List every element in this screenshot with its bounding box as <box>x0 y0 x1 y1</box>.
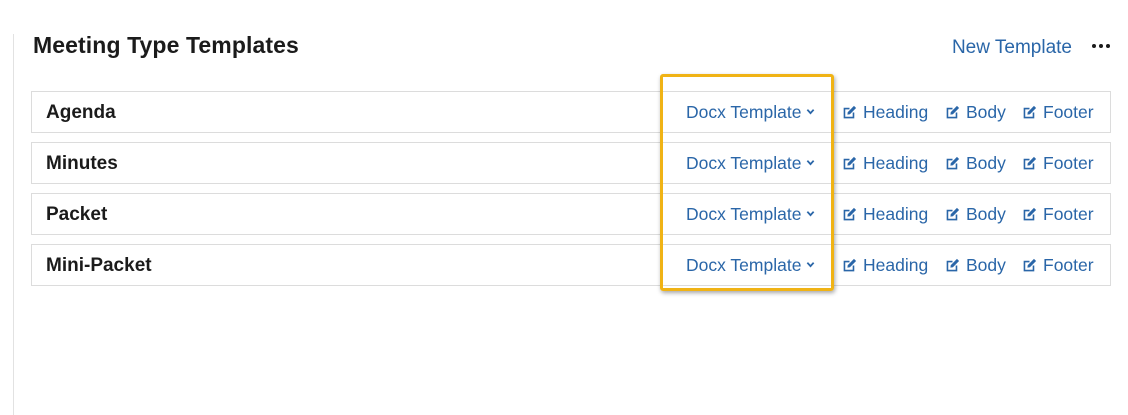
heading-label: Heading <box>863 153 929 173</box>
body-label: Body <box>966 255 1006 275</box>
edit-heading-link[interactable]: Heading <box>841 255 928 276</box>
edit-heading-link[interactable]: Heading <box>841 102 928 123</box>
dropdown-label: Docx Template <box>686 153 802 173</box>
edit-icon <box>1023 258 1037 272</box>
docx-template-dropdown[interactable]: Docx Template <box>686 102 815 123</box>
edit-icon <box>1023 105 1037 119</box>
footer-label: Footer <box>1043 255 1094 275</box>
page-title: Meeting Type Templates <box>33 32 299 58</box>
ellipsis-icon <box>1092 44 1096 48</box>
template-list: Agenda Docx Template Heading Body Footer… <box>31 91 1111 295</box>
template-name: Mini-Packet <box>46 255 152 276</box>
edit-icon <box>843 207 857 221</box>
template-row-mini-packet: Mini-Packet Docx Template Heading Body F… <box>31 244 1111 286</box>
chevron-down-icon <box>807 262 815 268</box>
edit-icon <box>843 105 857 119</box>
new-template-link[interactable]: New Template <box>952 37 1072 59</box>
page-header: Meeting Type Templates New Template <box>33 30 1113 66</box>
heading-label: Heading <box>863 255 929 275</box>
dropdown-label: Docx Template <box>686 102 802 122</box>
edit-icon <box>946 258 960 272</box>
docx-template-dropdown[interactable]: Docx Template <box>686 153 815 174</box>
edit-icon <box>1023 207 1037 221</box>
template-row-agenda: Agenda Docx Template Heading Body Footer <box>31 91 1111 133</box>
docx-template-dropdown[interactable]: Docx Template <box>686 255 815 276</box>
edit-footer-link[interactable]: Footer <box>1021 102 1094 123</box>
template-name: Agenda <box>46 102 116 123</box>
edit-icon <box>843 258 857 272</box>
edit-icon <box>946 105 960 119</box>
body-label: Body <box>966 102 1006 122</box>
edit-body-link[interactable]: Body <box>944 255 1006 276</box>
edit-footer-link[interactable]: Footer <box>1021 153 1094 174</box>
left-divider <box>13 34 14 415</box>
edit-body-link[interactable]: Body <box>944 153 1006 174</box>
edit-heading-link[interactable]: Heading <box>841 204 928 225</box>
dropdown-label: Docx Template <box>686 204 802 224</box>
heading-label: Heading <box>863 204 929 224</box>
body-label: Body <box>966 153 1006 173</box>
dropdown-label: Docx Template <box>686 255 802 275</box>
more-options-button[interactable] <box>1089 36 1113 56</box>
footer-label: Footer <box>1043 102 1094 122</box>
template-row-packet: Packet Docx Template Heading Body Footer <box>31 193 1111 235</box>
heading-label: Heading <box>863 102 929 122</box>
footer-label: Footer <box>1043 153 1094 173</box>
chevron-down-icon <box>807 109 815 115</box>
edit-heading-link[interactable]: Heading <box>841 153 928 174</box>
page: Meeting Type Templates New Template Agen… <box>0 0 1128 415</box>
docx-template-dropdown[interactable]: Docx Template <box>686 204 815 225</box>
body-label: Body <box>966 204 1006 224</box>
chevron-down-icon <box>807 211 815 217</box>
template-name: Minutes <box>46 153 118 174</box>
edit-body-link[interactable]: Body <box>944 204 1006 225</box>
edit-icon <box>843 156 857 170</box>
edit-icon <box>1023 156 1037 170</box>
edit-icon <box>946 156 960 170</box>
template-row-minutes: Minutes Docx Template Heading Body Foote… <box>31 142 1111 184</box>
footer-label: Footer <box>1043 204 1094 224</box>
template-name: Packet <box>46 204 108 225</box>
chevron-down-icon <box>807 160 815 166</box>
edit-footer-link[interactable]: Footer <box>1021 255 1094 276</box>
edit-footer-link[interactable]: Footer <box>1021 204 1094 225</box>
edit-body-link[interactable]: Body <box>944 102 1006 123</box>
edit-icon <box>946 207 960 221</box>
